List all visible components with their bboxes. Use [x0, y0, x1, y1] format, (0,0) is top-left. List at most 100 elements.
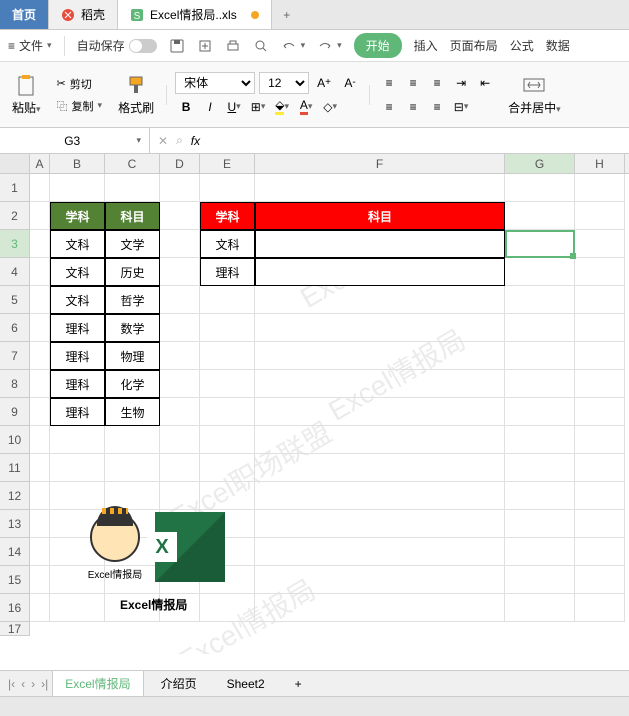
cell-C3[interactable]: 文学	[105, 230, 160, 258]
font-color-button[interactable]: A▾	[295, 96, 317, 118]
row-header[interactable]: 9	[0, 398, 30, 426]
wrap-text-button[interactable]: ⊟▾	[450, 96, 472, 118]
sheet-next-button[interactable]: ›	[31, 677, 35, 691]
underline-button[interactable]: U▾	[223, 96, 245, 118]
col-header[interactable]: H	[575, 154, 625, 173]
align-middle-button[interactable]: ≡	[402, 72, 424, 94]
fx-icon[interactable]: fx	[191, 134, 200, 148]
row-header[interactable]: 3	[0, 230, 30, 258]
save-button[interactable]	[169, 38, 185, 54]
format-painter-button[interactable]: 格式刷	[114, 69, 158, 120]
cell-F3[interactable]	[255, 230, 505, 258]
align-center-button[interactable]: ≡	[402, 96, 424, 118]
col-header[interactable]: C	[105, 154, 160, 173]
sheet-last-button[interactable]: ›|	[41, 677, 48, 691]
decrease-indent-button[interactable]: ⇤	[474, 72, 496, 94]
row-header[interactable]: 4	[0, 258, 30, 286]
name-box-input[interactable]	[8, 134, 136, 148]
cell-C5[interactable]: 哲学	[105, 286, 160, 314]
col-header[interactable]: B	[50, 154, 105, 173]
row-header[interactable]: 17	[0, 622, 30, 636]
increase-indent-button[interactable]: ⇥	[450, 72, 472, 94]
row-header[interactable]: 15	[0, 566, 30, 594]
align-left-button[interactable]: ≡	[378, 96, 400, 118]
paste-button[interactable]: 粘贴▾	[8, 69, 45, 120]
cell-E4[interactable]: 理科	[200, 258, 255, 286]
copy-button[interactable]: ⿻复制▾	[53, 96, 107, 116]
add-sheet-button[interactable]: +	[282, 672, 315, 696]
bold-button[interactable]: B	[175, 96, 197, 118]
row-header[interactable]: 8	[0, 370, 30, 398]
row-header[interactable]: 1	[0, 174, 30, 202]
cell-E3[interactable]: 文科	[200, 230, 255, 258]
menu-start[interactable]: 开始	[354, 33, 402, 58]
cell-B6[interactable]: 理科	[50, 314, 105, 342]
menu-data[interactable]: 数据	[546, 37, 570, 54]
col-header[interactable]: F	[255, 154, 505, 173]
row-header[interactable]: 5	[0, 286, 30, 314]
phonetic-button[interactable]: ◇▾	[319, 96, 341, 118]
font-size-select[interactable]: 12	[259, 72, 309, 94]
cell-C9[interactable]: 生物	[105, 398, 160, 426]
sheet-tab[interactable]: Excel情报局	[52, 670, 143, 697]
tab-daoke[interactable]: 稻壳	[49, 0, 118, 29]
add-tab-button[interactable]: +	[272, 0, 302, 29]
tab-file[interactable]: S Excel情报局..xls	[118, 0, 272, 29]
print-button[interactable]	[225, 38, 241, 54]
cell-C8[interactable]: 化学	[105, 370, 160, 398]
border-button[interactable]: ⊞▾	[247, 96, 269, 118]
col-header[interactable]: G	[505, 154, 575, 173]
row-header[interactable]: 7	[0, 342, 30, 370]
name-box[interactable]: ▾	[0, 128, 150, 153]
autosave-toggle[interactable]: 自动保存	[77, 37, 157, 54]
sheet-tab[interactable]: Sheet2	[214, 672, 278, 696]
cut-button[interactable]: ✂剪切	[53, 74, 107, 94]
preview-button[interactable]	[253, 38, 269, 54]
redo-button[interactable]: ▾	[317, 38, 342, 54]
sheet-prev-button[interactable]: ‹	[21, 677, 25, 691]
menu-formula[interactable]: 公式	[510, 37, 534, 54]
col-header[interactable]: E	[200, 154, 255, 173]
cell-C2[interactable]: 科目	[105, 202, 160, 230]
cell-E2[interactable]: 学科	[200, 202, 255, 230]
align-bottom-button[interactable]: ≡	[426, 72, 448, 94]
cell-B4[interactable]: 文科	[50, 258, 105, 286]
formula-input[interactable]	[208, 133, 621, 148]
row-header[interactable]: 2	[0, 202, 30, 230]
sheet-first-button[interactable]: |‹	[8, 677, 15, 691]
increase-font-button[interactable]: A+	[313, 72, 335, 94]
output-button[interactable]	[197, 38, 213, 54]
sheet-tab[interactable]: 介绍页	[148, 670, 210, 697]
row-header[interactable]: 10	[0, 426, 30, 454]
italic-button[interactable]: I	[199, 96, 221, 118]
select-all-corner[interactable]	[0, 154, 30, 173]
cell-B8[interactable]: 理科	[50, 370, 105, 398]
cell-B9[interactable]: 理科	[50, 398, 105, 426]
row-header[interactable]: 13	[0, 510, 30, 538]
cell-F4[interactable]	[255, 258, 505, 286]
merge-center-button[interactable]: 合并居中▾	[504, 69, 565, 120]
embedded-image[interactable]: Excel情报局 X	[85, 512, 235, 592]
cell-C4[interactable]: 历史	[105, 258, 160, 286]
row-header[interactable]: 11	[0, 454, 30, 482]
tab-home[interactable]: 首页	[0, 0, 49, 29]
cell-C7[interactable]: 物理	[105, 342, 160, 370]
menu-page[interactable]: 页面布局	[450, 37, 498, 54]
row-header[interactable]: 12	[0, 482, 30, 510]
font-name-select[interactable]: 宋体	[175, 72, 255, 94]
search-icon[interactable]: ⌕	[176, 133, 183, 148]
cancel-fx-icon[interactable]: ✕	[158, 134, 168, 148]
decrease-font-button[interactable]: A-	[339, 72, 361, 94]
cell-B2[interactable]: 学科	[50, 202, 105, 230]
col-header[interactable]: A	[30, 154, 50, 173]
cell-B7[interactable]: 理科	[50, 342, 105, 370]
menu-app[interactable]: ≡文件▾	[8, 37, 52, 54]
align-right-button[interactable]: ≡	[426, 96, 448, 118]
col-header[interactable]: D	[160, 154, 200, 173]
row-header[interactable]: 6	[0, 314, 30, 342]
row-header[interactable]: 14	[0, 538, 30, 566]
cell-C6[interactable]: 数学	[105, 314, 160, 342]
cell-B5[interactable]: 文科	[50, 286, 105, 314]
align-top-button[interactable]: ≡	[378, 72, 400, 94]
cell-B3[interactable]: 文科	[50, 230, 105, 258]
